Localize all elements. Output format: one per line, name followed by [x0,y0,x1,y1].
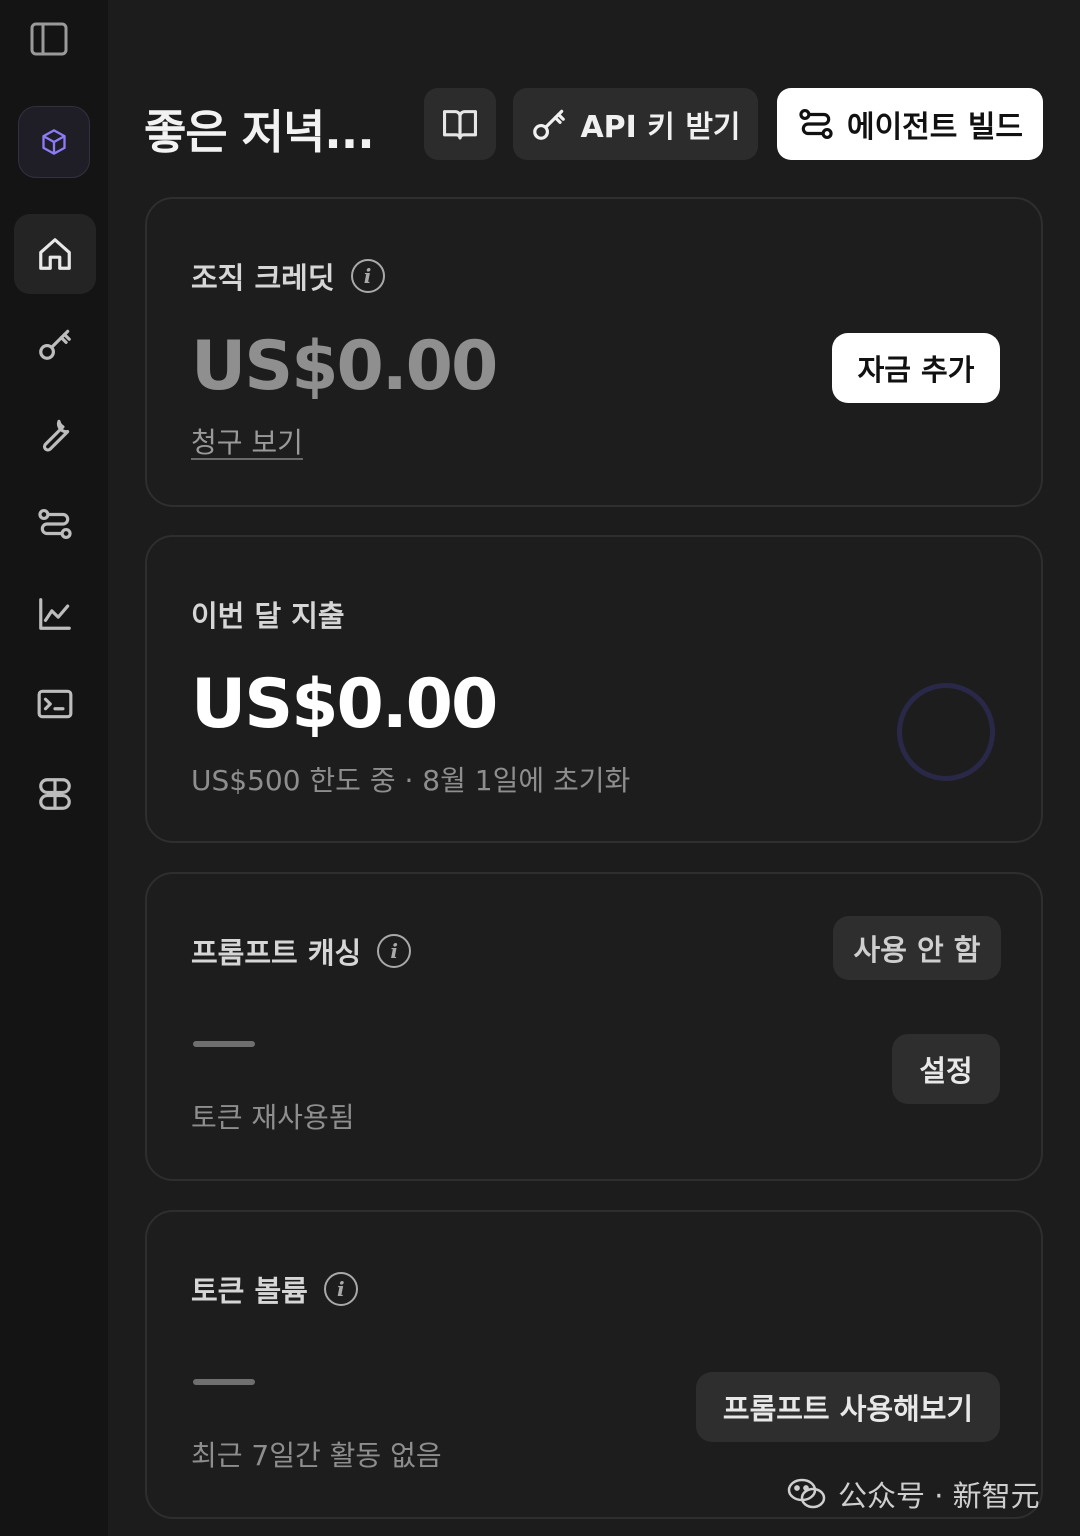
caching-value-placeholder [193,1041,255,1047]
sidebar-item-tools[interactable] [14,394,96,474]
wrench-icon [42,419,70,452]
sidebar-item-console[interactable] [14,664,96,744]
watermark-text: 公众号 · 新智元 [838,1479,1040,1513]
view-billing-link[interactable]: 청구 보기 [191,426,303,459]
app-root: 좋은 저녁... API 키 받기 에이전트 빌드 조직 크레딧 i US$0.… [0,0,1080,1536]
spend-limit-text: US$500 한도 중 · 8월 1일에 초기화 [191,764,631,797]
watermark: 公众号 · 新智元 [786,1468,1040,1520]
sidebar-item-agents[interactable] [14,484,96,564]
sidebar [0,0,108,1536]
workspace-brand-button[interactable] [18,106,90,178]
sidebar-toggle-icon [30,22,68,56]
get-api-key-button[interactable]: API 키 받기 [513,88,758,160]
caching-status-badge: 사용 안 함 [833,916,1001,980]
credits-title-row: 조직 크레딧 i [191,255,385,297]
chart-icon [39,598,71,630]
home-icon [39,238,71,270]
caching-settings-button[interactable]: 설정 [892,1034,1000,1104]
prompt-caching-card: 프롬프트 캐싱 i 사용 안 함 토큰 재사용됨 설정 [145,872,1043,1181]
key-icon [533,109,566,140]
sidebar-item-usage[interactable] [14,574,96,654]
volume-subtext: 최근 7일간 활동 없음 [191,1439,442,1472]
wechat-icon [787,1478,826,1509]
caching-title-row: 프롬프트 캐싱 i [191,930,412,972]
build-agent-button[interactable]: 에이전트 빌드 [777,88,1043,160]
volume-title: 토큰 볼륨 [191,1274,308,1308]
cube-icon [42,129,66,155]
build-agent-label: 에이전트 빌드 [846,110,1024,145]
info-icon[interactable]: i [350,259,385,293]
caching-subtext: 토큰 재사용됨 [191,1101,355,1134]
sidebar-item-models[interactable] [14,754,96,834]
caching-title: 프롬프트 캐싱 [191,936,362,970]
agent-icon [799,108,833,140]
terminal-icon [37,689,73,719]
monthly-spend-card: 이번 달 지출 US$0.00 US$500 한도 중 · 8월 1일에 초기화 [145,535,1043,843]
page-header: 좋은 저녁... API 키 받기 에이전트 빌드 [108,88,1080,160]
spend-amount: US$0.00 [191,665,498,744]
sidebar-toggle-button[interactable] [24,16,74,62]
spend-title: 이번 달 지출 [191,599,345,633]
key-icon [39,329,71,360]
docs-button[interactable] [424,88,496,160]
agent-icon [38,508,72,540]
sidebar-item-api-keys[interactable] [14,304,96,384]
book-icon [442,110,477,140]
info-icon[interactable]: i [377,934,412,968]
credits-amount: US$0.00 [191,327,498,406]
spend-progress-ring [897,683,995,781]
volume-value-placeholder [193,1379,255,1385]
credits-card: 조직 크레딧 i US$0.00 청구 보기 자금 추가 [145,197,1043,507]
info-icon[interactable]: i [323,1272,358,1306]
page-title: 좋은 저녁... [144,105,375,159]
add-funds-button[interactable]: 자금 추가 [832,333,1000,403]
billing-link-wrapper: 청구 보기 [191,421,303,461]
sidebar-item-home[interactable] [14,214,96,294]
try-prompt-button[interactable]: 프롬프트 사용해보기 [696,1372,1000,1442]
volume-title-row: 토큰 볼륨 i [191,1268,358,1310]
get-api-key-label: API 키 받기 [580,110,741,145]
pills-icon [39,778,71,810]
credits-title: 조직 크레딧 [191,261,335,295]
